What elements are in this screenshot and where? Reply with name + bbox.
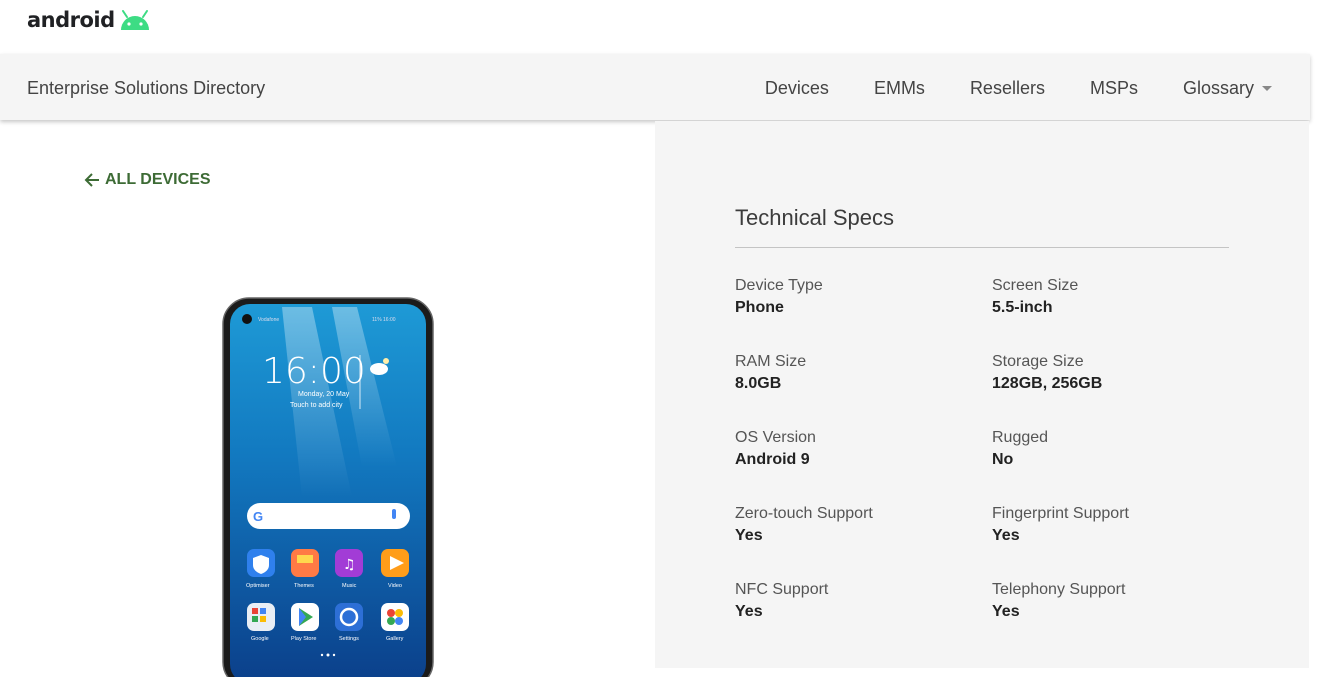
nav-label: MSPs xyxy=(1089,78,1138,98)
android-logo[interactable]: android xyxy=(27,8,152,32)
app-label-themes: Themes xyxy=(294,583,314,589)
nav-item-msps[interactable]: MSPs xyxy=(1090,78,1138,99)
spec-storage-size: Storage Size 128GB, 256GB xyxy=(992,351,1222,395)
spec-nfc-support: NFC Support Yes xyxy=(735,579,965,623)
spec-label: NFC Support xyxy=(735,581,829,598)
google-search-bar[interactable] xyxy=(247,503,410,529)
spec-label: OS Version xyxy=(735,429,816,446)
nav-menu: Devices EMMs Resellers MSPs Glossary xyxy=(720,78,1272,99)
nav-label: Glossary xyxy=(1182,78,1254,98)
svg-text:11% 16:00: 11% 16:00 xyxy=(372,317,396,323)
divider xyxy=(735,247,1229,248)
spec-label: Telephony Support xyxy=(992,581,1126,598)
spec-value: Yes xyxy=(992,527,1020,544)
spec-fingerprint-support: Fingerprint Support Yes xyxy=(992,503,1222,547)
app-label-gallery: Gallery xyxy=(386,636,404,642)
spec-telephony-support: Telephony Support Yes xyxy=(992,579,1222,623)
spec-label: Device Type xyxy=(735,277,823,294)
spec-value: 128GB, 256GB xyxy=(992,375,1103,392)
svg-text:♫: ♫ xyxy=(343,557,356,573)
logo-text: android xyxy=(27,8,115,32)
nav-item-emms[interactable]: EMMs xyxy=(874,78,925,99)
app-label-settings: Settings xyxy=(339,636,359,642)
spec-label: Zero-touch Support xyxy=(735,505,873,522)
phone-clock: 16:00 xyxy=(262,351,366,392)
nav-label: Resellers xyxy=(969,78,1045,98)
spec-label: Storage Size xyxy=(992,353,1084,370)
app-label-optimiser: Optimiser xyxy=(246,583,270,589)
app-label-google: Google xyxy=(251,636,269,642)
spec-screen-size: Screen Size 5.5-inch xyxy=(992,275,1222,319)
spec-ram-size: RAM Size 8.0GB xyxy=(735,351,965,395)
spec-os-version: OS Version Android 9 xyxy=(735,427,965,471)
svg-text:Vodafone: Vodafone xyxy=(258,317,279,323)
device-image: Vodafone 11% 16:00 16:00 Monday, 20 May … xyxy=(222,297,434,677)
spec-value: 5.5-inch xyxy=(992,299,1053,316)
nav-label: EMMs xyxy=(873,78,925,98)
all-devices-label: ALL DEVICES xyxy=(105,171,211,188)
spec-value: Android 9 xyxy=(735,451,810,468)
caret-down-icon xyxy=(1262,86,1272,91)
nav-label: Devices xyxy=(764,78,829,98)
app-label-music: Music xyxy=(342,583,357,589)
spec-value: Phone xyxy=(735,299,784,316)
spec-zero-touch-support: Zero-touch Support Yes xyxy=(735,503,965,547)
spec-value: No xyxy=(992,451,1014,468)
technical-specs-panel: Technical Specs Device Type Phone Screen… xyxy=(655,121,1309,668)
specs-title: Technical Specs xyxy=(735,205,894,230)
nav-item-glossary[interactable]: Glossary xyxy=(1183,78,1272,99)
top-navbar: Enterprise Solutions Directory Devices E… xyxy=(0,54,1310,120)
spec-value: Yes xyxy=(735,527,763,544)
spec-rugged: Rugged No xyxy=(992,427,1222,471)
all-devices-link[interactable]: ALL DEVICES xyxy=(84,171,211,189)
spec-label: RAM Size xyxy=(735,353,807,370)
android-robot-icon xyxy=(120,10,149,30)
spec-value: Yes xyxy=(735,603,763,620)
spec-device-type: Device Type Phone xyxy=(735,275,965,319)
svg-text:G: G xyxy=(253,509,263,524)
nav-item-resellers[interactable]: Resellers xyxy=(970,78,1045,99)
spec-value: 8.0GB xyxy=(735,375,782,392)
phone-date: Monday, 20 May xyxy=(298,391,350,398)
app-label-video: Video xyxy=(388,583,402,589)
arrow-left-icon xyxy=(84,173,99,187)
phone-city-hint: Touch to add city xyxy=(290,402,343,409)
spec-value: Yes xyxy=(992,603,1020,620)
spec-label: Fingerprint Support xyxy=(992,505,1129,522)
app-label-play-store: Play Store xyxy=(291,636,316,642)
nav-item-devices[interactable]: Devices xyxy=(765,78,829,99)
spec-label: Screen Size xyxy=(992,277,1079,294)
spec-label: Rugged xyxy=(992,429,1049,446)
directory-title[interactable]: Enterprise Solutions Directory xyxy=(27,78,265,99)
